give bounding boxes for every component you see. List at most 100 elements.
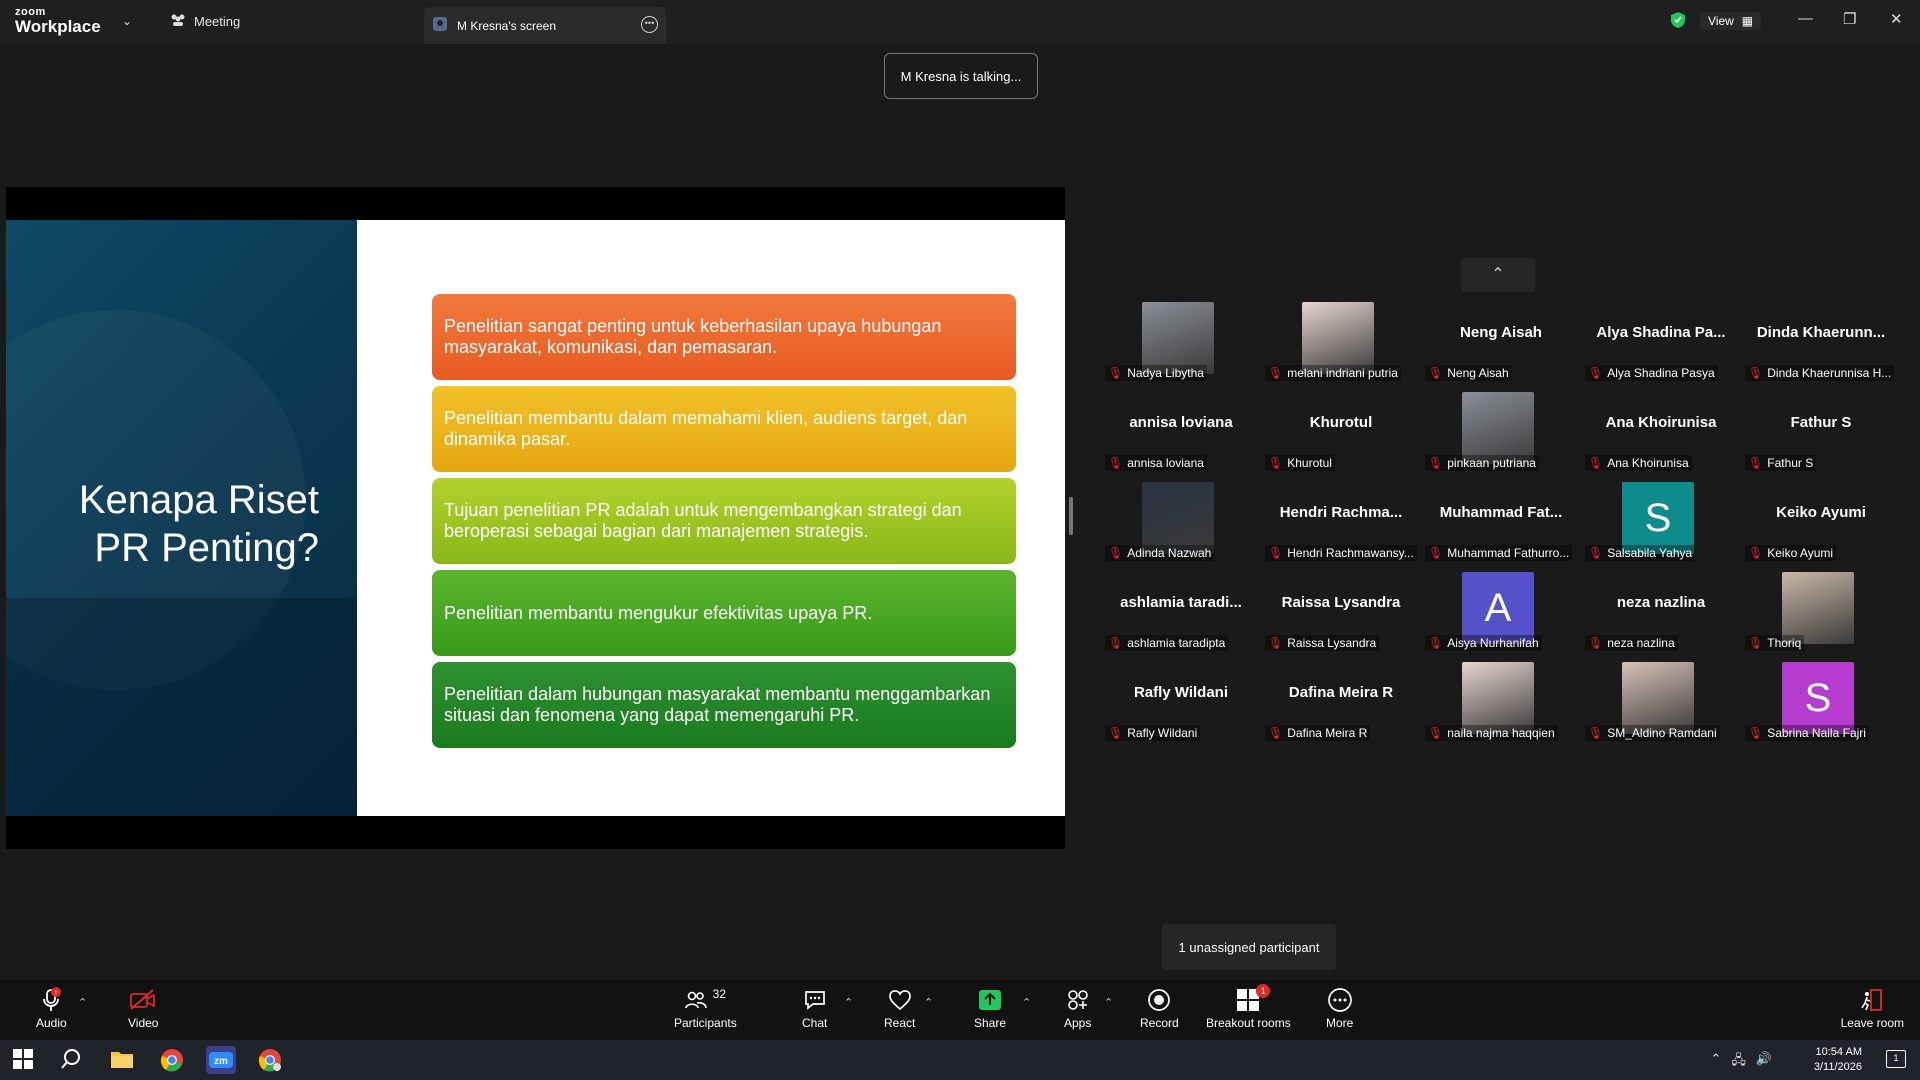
share-screen-icon: [974, 986, 1006, 1014]
file-explorer-icon[interactable]: [110, 1048, 134, 1072]
muted-mic-icon: 🎙: [1588, 636, 1604, 650]
chrome-profile-icon[interactable]: [258, 1048, 282, 1072]
audio-label: Audio: [36, 1016, 67, 1030]
volume-icon[interactable]: 🔊: [1756, 1051, 1772, 1073]
participant-tile[interactable]: Neng Aisah 🎙 Neng Aisah: [1421, 302, 1581, 388]
participant-tile[interactable]: Dafina Meira R 🎙 Dafina Meira R: [1261, 662, 1421, 748]
clock[interactable]: 10:54 AM 3/11/2026: [1814, 1045, 1862, 1075]
breakout-rooms-button[interactable]: 1 Breakout rooms: [1206, 984, 1291, 1030]
react-options-caret-icon[interactable]: ⌃: [924, 996, 933, 1009]
slide-point: Penelitian dalam hubungan masyarakat mem…: [432, 662, 1016, 748]
participant-display-name: Alya Shadina Pa...: [1596, 324, 1726, 341]
participant-display-name: neza nazlina: [1616, 594, 1706, 611]
more-options-icon[interactable]: •••: [641, 16, 658, 33]
participant-tile[interactable]: Keiko Ayumi 🎙 Keiko Ayumi: [1741, 482, 1901, 568]
participant-tile[interactable]: Alya Shadina Pa... 🎙 Alya Shadina Pasya: [1581, 302, 1741, 388]
share-button[interactable]: Share: [974, 986, 1006, 1030]
participant-tile[interactable]: 🎙 Adinda Nazwah: [1101, 482, 1261, 568]
participant-tile[interactable]: S 🎙 Salsabila Yahya: [1581, 482, 1741, 568]
security-shield-icon[interactable]: [1670, 11, 1686, 34]
split-resize-handle[interactable]: [1069, 497, 1073, 535]
breakout-rooms-label: Breakout rooms: [1206, 1016, 1291, 1030]
slide-title: Kenapa Riset PR Penting?: [78, 478, 319, 570]
apps-options-caret-icon[interactable]: ⌃: [1104, 996, 1113, 1009]
leave-room-label: Leave room: [1840, 1016, 1904, 1030]
participant-tile[interactable]: 🎙 pinkaan putriana: [1421, 392, 1581, 478]
participant-tile[interactable]: Raissa Lysandra 🎙 Raissa Lysandra: [1261, 572, 1421, 658]
participant-tile[interactable]: Muhammad Fat... 🎙 Muhammad Fathurro...: [1421, 482, 1581, 568]
participant-name-label: 🎙 Raissa Lysandra: [1265, 635, 1380, 651]
system-tray: ⌃ 🖧 🔊: [1710, 1051, 1772, 1073]
participant-photo: [1622, 662, 1694, 734]
participant-display-name: annisa loviana: [1129, 414, 1233, 431]
participant-name: Nadya Libytha: [1127, 366, 1204, 380]
video-button[interactable]: Video: [128, 986, 158, 1030]
participant-tile[interactable]: A 🎙 Aisya Nurhanifah: [1421, 572, 1581, 658]
chat-button[interactable]: Chat: [802, 986, 827, 1030]
participant-tile[interactable]: 🎙 naila najma haqqien: [1421, 662, 1581, 748]
participant-name-label: 🎙 Aisya Nurhanifah: [1425, 635, 1542, 651]
participant-name-label: 🎙 SM_Aldino Ramdani: [1585, 725, 1720, 741]
participant-tile[interactable]: 🎙 melani indriani putria: [1261, 302, 1421, 388]
participants-button[interactable]: 32 Participants: [674, 986, 737, 1030]
participant-tile[interactable]: ashlamia taradi... 🎙 ashlamia taradipta: [1101, 572, 1261, 658]
participant-tile[interactable]: Fathur S 🎙 Fathur S: [1741, 392, 1901, 478]
participant-display-name: ashlamia taradi...: [1120, 594, 1242, 611]
participant-name-label: 🎙 Dafina Meira R: [1265, 725, 1371, 741]
tab-shared-screen[interactable]: M Kresna's screen •••: [424, 7, 666, 44]
close-icon[interactable]: ✕: [1890, 10, 1903, 28]
participant-tile[interactable]: 🎙 SM_Aldino Ramdani: [1581, 662, 1741, 748]
participant-name: Dafina Meira R: [1287, 726, 1368, 740]
participant-tile[interactable]: 🎙 Nadya Libytha: [1101, 302, 1261, 388]
participant-name-label: 🎙 neza nazlina: [1585, 635, 1678, 651]
record-button[interactable]: Record: [1140, 986, 1179, 1030]
minimize-icon[interactable]: —: [1798, 10, 1813, 27]
network-icon[interactable]: 🖧: [1731, 1051, 1746, 1073]
participant-tile[interactable]: Rafly Wildani 🎙 Rafly Wildani: [1101, 662, 1261, 748]
participant-name: Salsabila Yahya: [1607, 546, 1693, 560]
share-options-caret-icon[interactable]: ⌃: [1022, 996, 1031, 1009]
zoom-taskbar-icon[interactable]: zm: [206, 1046, 236, 1074]
slide-point: Penelitian membantu mengukur efektivitas…: [432, 570, 1016, 656]
chat-options-caret-icon[interactable]: ⌃: [844, 996, 853, 1009]
meeting-tab[interactable]: Meeting: [170, 13, 240, 30]
leave-room-button[interactable]: Leave room: [1841, 986, 1904, 1030]
zoom-workplace-logo[interactable]: zoom Workplace: [15, 7, 101, 36]
restore-icon[interactable]: ❐: [1843, 10, 1856, 28]
audio-button[interactable]: ! Audio: [36, 986, 67, 1030]
audio-options-caret-icon[interactable]: ⌃: [78, 996, 87, 1009]
participant-tile[interactable]: Hendri Rachma... 🎙 Hendri Rachmawansy...: [1261, 482, 1421, 568]
participant-name: Hendri Rachmawansy...: [1287, 546, 1414, 560]
share-label: Share: [974, 1016, 1007, 1030]
gallery-page-up-button[interactable]: ⌃: [1461, 258, 1535, 292]
chevron-down-icon[interactable]: ⌄: [122, 14, 132, 28]
view-button[interactable]: View ▦: [1700, 12, 1762, 30]
leave-door-icon: [1841, 986, 1904, 1014]
apps-button[interactable]: Apps: [1064, 986, 1091, 1030]
participant-tile[interactable]: S 🎙 Sabrina Naila Fajri: [1741, 662, 1901, 748]
search-icon[interactable]: [60, 1048, 84, 1072]
participant-photo: [1302, 302, 1374, 374]
participant-tile[interactable]: Khurotul 🎙 Khurotul: [1261, 392, 1421, 478]
slide-point: Penelitian membantu dalam memahami klien…: [432, 386, 1016, 472]
participant-tile[interactable]: 🎙 Thoriq: [1741, 572, 1901, 658]
participant-tile[interactable]: neza nazlina 🎙 neza nazlina: [1581, 572, 1741, 658]
participant-name: Keiko Ayumi: [1767, 546, 1834, 560]
participant-name: Neng Aisah: [1447, 366, 1509, 380]
participant-name: melani indriani putria: [1287, 366, 1398, 380]
react-button[interactable]: React: [884, 986, 915, 1030]
participant-tile[interactable]: Ana Khoirunisa 🎙 Ana Khoirunisa: [1581, 392, 1741, 478]
windows-start-icon[interactable]: [12, 1048, 36, 1072]
chrome-icon[interactable]: [160, 1048, 184, 1072]
participant-tile[interactable]: Dinda Khaerunn... 🎙 Dinda Khaerunnisa H...: [1741, 302, 1901, 388]
muted-mic-icon: 🎙: [1108, 546, 1124, 560]
more-button[interactable]: More: [1326, 986, 1353, 1030]
record-icon: [1140, 986, 1179, 1014]
participant-tile[interactable]: annisa loviana 🎙 annisa loviana: [1101, 392, 1261, 478]
participant-name-label: 🎙 naila najma haqqien: [1425, 725, 1558, 741]
clock-date: 3/11/2026: [1813, 1061, 1862, 1073]
show-hidden-icons-icon[interactable]: ⌃: [1710, 1051, 1721, 1073]
participant-name-label: 🎙 Hendri Rachmawansy...: [1265, 545, 1417, 561]
apps-icon: [1064, 986, 1091, 1014]
notifications-icon[interactable]: 1: [1886, 1050, 1906, 1068]
